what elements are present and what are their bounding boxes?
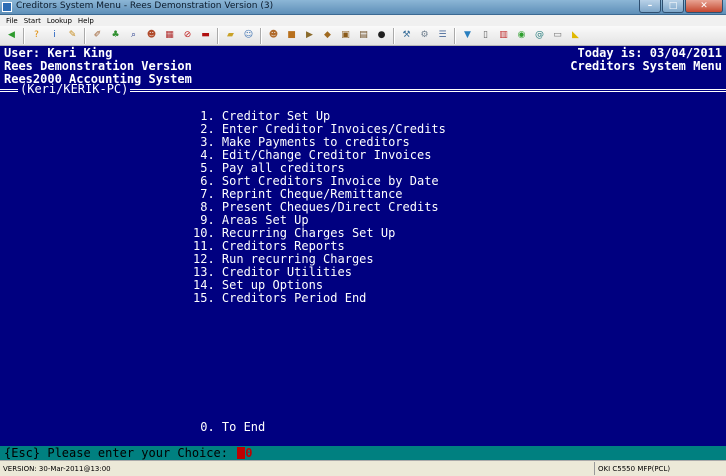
package-icon[interactable]: ◆ xyxy=(320,28,335,43)
bus-icon[interactable]: ▭ xyxy=(550,28,565,43)
status-divider xyxy=(594,462,595,475)
truck-icon[interactable]: ▶ xyxy=(302,28,317,43)
form-icon[interactable]: ☰ xyxy=(435,28,450,43)
globe-icon[interactable]: ◉ xyxy=(514,28,529,43)
calendar-icon[interactable]: ▦ xyxy=(162,28,177,43)
terminal-screen: User: Keri King Rees Demonstration Versi… xyxy=(0,46,726,460)
search-icon[interactable]: ⌕ xyxy=(126,28,141,43)
toolbar-separator xyxy=(454,27,456,44)
menu-bar: File Start Lookup Help xyxy=(0,15,726,26)
app-icon[interactable] xyxy=(2,2,12,12)
user-icon[interactable]: ☻ xyxy=(144,28,159,43)
report-icon[interactable]: ▥ xyxy=(496,28,511,43)
menu-item[interactable]: 15. Creditors Period End xyxy=(193,292,366,305)
status-bar: VERSION: 30-Mar-2011@13:00 OKI C5550 MFP… xyxy=(0,460,726,476)
menu-name-label: Creditors System Menu xyxy=(570,59,722,73)
choice-input[interactable]: 0 xyxy=(245,446,252,460)
toolbar-separator xyxy=(84,27,86,44)
choice-cursor[interactable] xyxy=(237,446,246,459)
session-label: (Keri/KERIK-PC) xyxy=(18,82,131,96)
close-button[interactable]: ✕ xyxy=(685,0,723,13)
people-icon[interactable]: ☺ xyxy=(241,28,256,43)
toolbar: ◀? i ✎ ✐ ♣ ⌕ ☻ ▦ ⊘ ▬ ▰ ☺ ☻ ■ ▶ ◆ ▣ ▤ ● ⚒ ⚙ ☰ ▼ ▯ ▥ ◉ @ ▭ ◣ xyxy=(0,26,726,46)
choice-prompt: {Esc} Please enter your Choice: 0 xyxy=(0,446,726,460)
toolbar-separator xyxy=(260,27,262,44)
back-arrow-icon[interactable]: ◀ xyxy=(4,28,19,43)
window-title-bar[interactable]: Creditors System Menu - Rees Demonstrati… xyxy=(0,0,726,15)
ledger-icon[interactable]: ▤ xyxy=(356,28,371,43)
box-icon[interactable]: ■ xyxy=(284,28,299,43)
funnel-icon[interactable]: ▼ xyxy=(460,28,475,43)
help-icon[interactable]: ? xyxy=(29,28,44,43)
wrench-icon[interactable]: ⚒ xyxy=(399,28,414,43)
toolbar-separator xyxy=(393,27,395,44)
prompt-text: {Esc} Please enter your Choice: xyxy=(4,446,228,460)
folder-icon[interactable]: ▰ xyxy=(223,28,238,43)
document-icon[interactable]: ▯ xyxy=(478,28,493,43)
menu-file[interactable]: File xyxy=(6,17,18,25)
plant-icon[interactable]: ♣ xyxy=(108,28,123,43)
version-status: VERSION: 30-Mar-2011@13:00 xyxy=(3,465,111,473)
logo-icon[interactable]: ◣ xyxy=(568,28,583,43)
menu-start[interactable]: Start xyxy=(24,17,41,25)
info-icon[interactable]: i xyxy=(47,28,62,43)
group-icon[interactable]: ☻ xyxy=(266,28,281,43)
maximize-button[interactable]: □ xyxy=(662,0,684,13)
shipment-icon[interactable]: ▣ xyxy=(338,28,353,43)
window-controls: – □ ✕ xyxy=(638,0,723,14)
email-icon[interactable]: @ xyxy=(532,28,547,43)
toolbar-separator xyxy=(23,27,25,44)
notes-icon[interactable]: ✎ xyxy=(65,28,80,43)
book-icon[interactable]: ▬ xyxy=(198,28,213,43)
wheel-icon[interactable]: ● xyxy=(374,28,389,43)
edit-icon[interactable]: ✐ xyxy=(90,28,105,43)
toolbar-separator xyxy=(217,27,219,44)
menu-item-end[interactable]: 0. To End xyxy=(193,421,265,434)
menu-lookup[interactable]: Lookup xyxy=(47,17,72,25)
window-title: Creditors System Menu - Rees Demonstrati… xyxy=(16,1,274,11)
tools-icon[interactable]: ⚙ xyxy=(417,28,432,43)
menu-help[interactable]: Help xyxy=(78,17,94,25)
stop-icon[interactable]: ⊘ xyxy=(180,28,195,43)
minimize-button[interactable]: – xyxy=(639,0,661,13)
printer-status: OKI C5550 MFP(PCL) xyxy=(598,465,671,473)
